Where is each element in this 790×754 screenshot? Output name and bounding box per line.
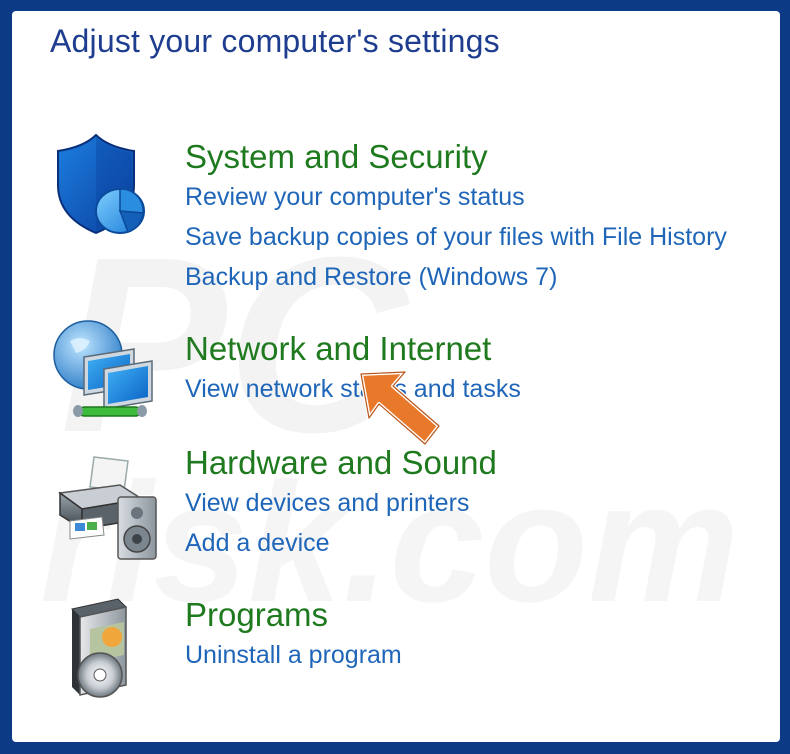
view-network-status-link[interactable]: View network status and tasks xyxy=(185,369,521,409)
view-devices-and-printers-link[interactable]: View devices and printers xyxy=(185,483,497,523)
shield-icon xyxy=(57,133,145,235)
uninstall-program-link[interactable]: Uninstall a program xyxy=(185,635,402,675)
printer-speaker-icon xyxy=(58,456,157,560)
control-panel-window: PC risk.com Adjust your computer's setti… xyxy=(12,11,780,742)
review-computer-status-link[interactable]: Review your computer's status xyxy=(185,177,727,217)
backup-and-restore-link[interactable]: Backup and Restore (Windows 7) xyxy=(185,257,727,297)
hardware-and-sound-link[interactable]: Hardware and Sound xyxy=(185,443,497,483)
network-globe-icon xyxy=(53,320,153,417)
programs-disc-icon xyxy=(70,598,128,698)
programs-link[interactable]: Programs xyxy=(185,595,402,635)
file-history-backup-link[interactable]: Save backup copies of your files with Fi… xyxy=(185,217,727,257)
network-and-internet-link[interactable]: Network and Internet xyxy=(185,329,521,369)
page-title: Adjust your computer's settings xyxy=(50,23,500,59)
system-and-security-link[interactable]: System and Security xyxy=(185,137,727,177)
add-device-link[interactable]: Add a device xyxy=(185,523,497,563)
